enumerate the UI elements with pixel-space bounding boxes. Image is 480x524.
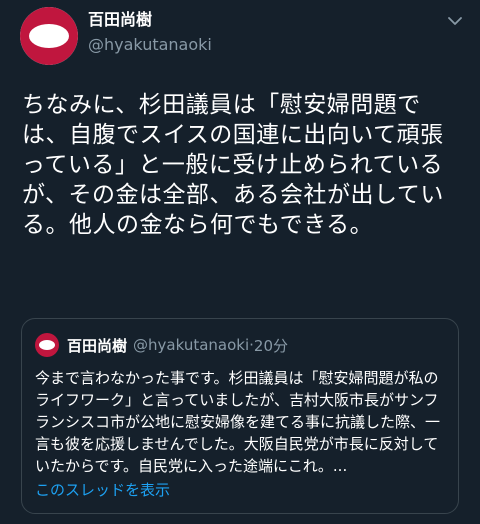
tweet-author[interactable]: 百田尚樹 @hyakutanaoki [88,10,212,56]
quoted-timestamp: 20分 [253,336,289,355]
quoted-author-name: 百田尚樹 [67,336,128,355]
quoted-tweet-text: 今まで言わなかった事です。杉田議員は「慰安婦問題が私のライフワーク」と言っていま… [35,369,441,475]
quoted-tweet[interactable]: 百田尚樹 @hyakutanaoki · 20分 今まで言わなかった事です。杉田… [21,318,459,514]
quoted-tweet-header: 百田尚樹 @hyakutanaoki · 20分 [35,333,288,357]
chevron-down-icon[interactable] [448,16,462,26]
author-handle[interactable]: @hyakutanaoki [88,34,212,56]
author-name[interactable]: 百田尚樹 [88,10,212,30]
author-avatar[interactable] [20,7,78,65]
tweet-text: ちなみに、杉田議員は「慰安婦問題では、自腹でスイスの国連に出向いて頑張っている」… [22,92,444,238]
show-thread-link[interactable]: このスレッドを表示 [35,479,170,500]
quoted-author-handle: @hyakutanaoki [133,336,250,354]
quoted-author-avatar [35,333,59,357]
